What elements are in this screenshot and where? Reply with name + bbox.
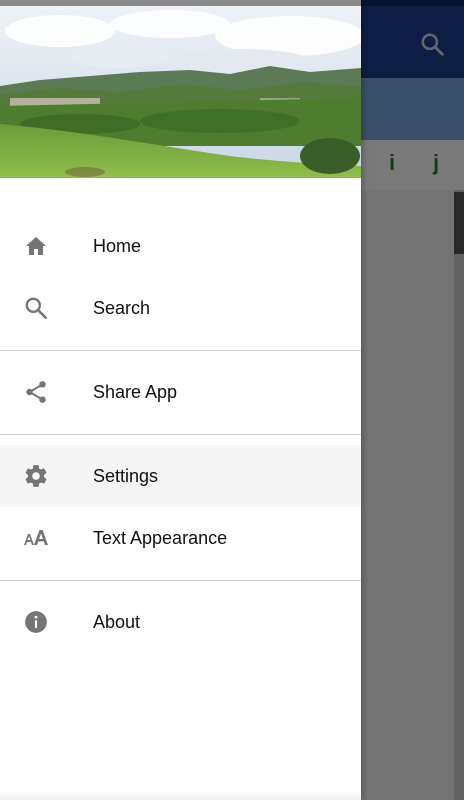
home-icon [22,232,50,260]
menu-divider [0,580,361,581]
menu-divider [0,434,361,435]
menu-item-home[interactable]: Home [0,215,361,277]
drawer-header-image [0,6,361,178]
menu-item-label: Settings [93,465,159,486]
menu-item-label: Text Appearance [93,527,228,548]
navigation-drawer: Home Search Share App Settings Text Appe… [0,0,361,800]
search-icon [22,294,50,322]
menu-item-label: About [93,611,141,632]
menu-item-label: Share App [93,381,178,402]
share-icon [22,378,50,406]
drawer-bottom-edge [0,792,361,800]
drawer-menu: Home Search Share App Settings Text Appe… [0,215,361,653]
menu-item-share-app[interactable]: Share App [0,361,361,423]
menu-item-about[interactable]: About [0,591,361,653]
gear-icon [22,462,50,490]
menu-item-search[interactable]: Search [0,277,361,339]
text-size-icon [22,524,50,552]
menu-item-label: Home [93,235,142,256]
info-icon [22,608,50,636]
menu-item-text-appearance[interactable]: Text Appearance [0,507,361,569]
menu-item-settings[interactable]: Settings [0,445,361,507]
menu-item-label: Search [93,297,151,318]
menu-divider [0,350,361,351]
